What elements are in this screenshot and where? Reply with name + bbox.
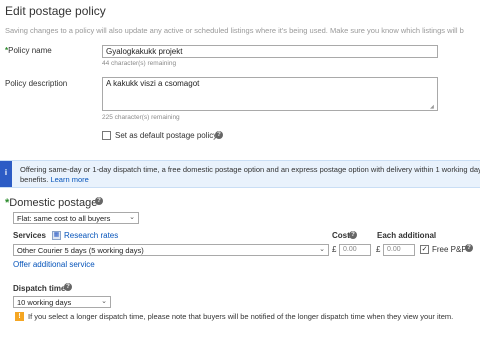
question-circle-icon[interactable]: ? <box>64 283 72 291</box>
learn-more-link[interactable]: Learn more <box>50 175 88 184</box>
policy-name-input[interactable]: Gyalogkakukk projekt <box>102 45 438 58</box>
resize-handle-icon[interactable]: ◢ <box>430 104 434 110</box>
dispatch-time-select[interactable]: 10 working days ⌄ <box>13 296 111 308</box>
chevron-down-icon: ⌄ <box>129 214 135 221</box>
each-additional-label: Each additional <box>377 231 437 240</box>
cost-label: Cost <box>332 231 350 240</box>
policy-description-label: Policy description <box>5 79 68 88</box>
info-banner: i Offering same-day or 1-day dispatch ti… <box>0 160 480 188</box>
additional-currency: £ <box>376 245 381 254</box>
policy-name-hint: 44 character(s) remaining <box>102 60 177 67</box>
cost-input[interactable]: 0.00 <box>339 244 371 256</box>
question-circle-icon[interactable]: ? <box>349 231 357 239</box>
question-circle-icon[interactable]: ? <box>465 244 473 252</box>
cost-type-select[interactable]: Flat: same cost to all buyers ⌄ <box>13 212 139 224</box>
research-rates-link[interactable]: Research rates <box>64 231 118 240</box>
warning-icon: ! <box>15 312 24 321</box>
free-pp-label: Free P&P <box>432 245 467 254</box>
info-icon: i <box>4 168 8 177</box>
banner-text: Offering same-day or 1-day dispatch time… <box>20 165 480 184</box>
page-title: Edit postage policy <box>5 4 106 18</box>
chevron-down-icon: ⌄ <box>319 246 325 253</box>
page-subtitle: Saving changes to a policy will also upd… <box>5 26 464 35</box>
cost-currency: £ <box>332 245 337 254</box>
services-label: Services <box>13 231 46 240</box>
dispatch-warning-text: If you select a longer dispatch time, pl… <box>28 312 454 321</box>
domestic-postage-heading: *Domestic postage <box>5 197 98 209</box>
chevron-down-icon: ⌄ <box>101 298 107 305</box>
additional-cost-input[interactable]: 0.00 <box>383 244 415 256</box>
free-pp-checkbox[interactable]: ✓ <box>420 245 429 254</box>
calculator-icon[interactable]: ▦ <box>52 231 61 240</box>
policy-name-label: *Policy name <box>5 46 52 55</box>
default-policy-label: Set as default postage policy <box>115 131 218 140</box>
dispatch-time-label: Dispatch time <box>13 284 66 293</box>
question-circle-icon[interactable]: ? <box>95 197 103 205</box>
policy-description-hint: 225 character(s) remaining <box>102 114 180 121</box>
service-select[interactable]: Other Courier 5 days (5 working days) ⌄ <box>13 244 329 256</box>
policy-description-textarea[interactable]: A kakukk viszi a csomagot <box>102 77 438 111</box>
question-circle-icon[interactable]: ? <box>215 131 223 139</box>
default-policy-checkbox[interactable] <box>102 131 111 140</box>
offer-additional-service-link[interactable]: Offer additional service <box>13 260 95 269</box>
